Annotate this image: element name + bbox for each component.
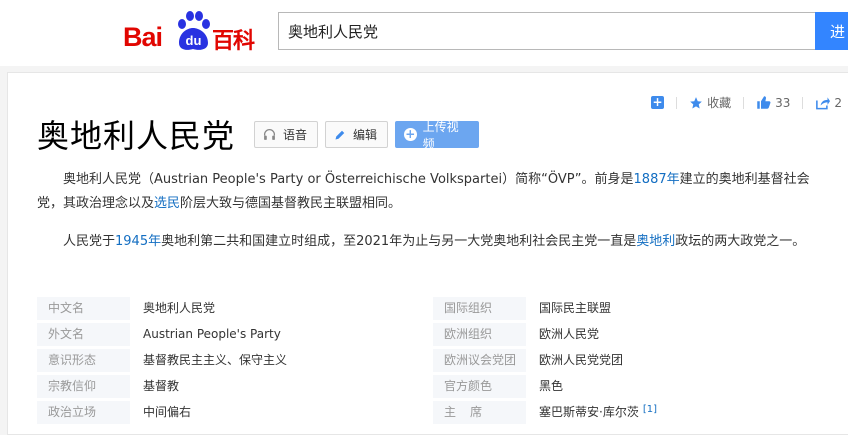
paw-icon: du [178,11,210,50]
share-button[interactable]: 2 [815,96,842,110]
infobox-key: 宗教信仰 [37,375,130,398]
link-voters[interactable]: 选民 [154,196,180,211]
page-title: 奥地利人民党 [37,117,236,155]
toolbar-divider [676,96,678,109]
voice-label: 语音 [283,128,308,142]
edit-label: 编辑 [353,128,378,142]
infobox-value: 奥地利人民党 [143,301,216,315]
summary-text: 人民党于 [63,234,116,249]
article-toolbar: + 收藏 33 2 [639,94,842,111]
search-input[interactable] [278,12,815,50]
chairman-name: 塞巴斯蒂安·库尔茨 [539,405,639,419]
logo-text-baike: 百科 [212,29,255,54]
infobox-value: Austrian People's Party [143,327,281,341]
pencil-icon [335,130,345,139]
header: Bai du 百科 进 [0,0,848,66]
infobox-key: 主席 [433,401,526,424]
reference-link[interactable]: [1] [643,404,657,415]
baidu-baike-logo[interactable]: Bai du 百科 [123,7,263,54]
link-austria[interactable]: 奥地利 [636,234,675,249]
summary-paragraph: 奥地利人民党（Austrian People's Party or Österr… [37,168,827,216]
link-1945[interactable]: 1945年 [115,234,161,249]
logo-text-bai: Bai [123,22,163,52]
infobox-row: 意识形态 基督教民主主义、保守主义 欧洲议会党团 欧洲人民党党团 [37,349,827,375]
toolbar-divider [802,96,804,109]
infobox-row: 政治立场 中间偏右 主席 塞巴斯蒂安·库尔茨 [1] [37,401,827,427]
toolbar-divider [743,96,745,109]
infobox-value: 基督教 [143,379,180,393]
infobox-value: 国际民主联盟 [539,301,612,315]
upload-video-button[interactable]: + 上传视频 [395,120,479,151]
infobox-key: 外文名 [37,323,130,346]
summary-text: 阶层大致与德国基督教民主联盟相同。 [180,196,402,211]
infobox-row: 外文名 Austrian People's Party 欧洲组织 欧洲人民党 [37,323,827,349]
infobox-key: 官方颜色 [433,375,526,398]
thumbs-up-icon [757,96,771,109]
edit-button[interactable]: 编辑 [325,121,388,148]
summary-paragraph: 人民党于1945年奥地利第二共和国建立时组成，至2021年为止与另一大党奥地利社… [37,230,827,254]
upload-video-label: 上传视频 [422,119,459,151]
infobox-value-chairman: 塞巴斯蒂安·库尔茨 [1] [539,401,827,424]
collect-label: 收藏 [707,96,732,110]
share-count: 2 [834,95,842,110]
infobox-link-black[interactable]: 黑色 [539,375,827,398]
plus-square-icon: + [651,95,665,109]
like-count: 33 [775,95,791,110]
infobox-key: 政治立场 [37,401,130,424]
infobox-key: 欧洲组织 [433,323,526,346]
infobox-key: 国际组织 [433,297,526,320]
article-card: + 收藏 33 2 奥地利人民党 语音 编辑 + 上传视频 奥地利人民党（Aus… [7,72,848,435]
infobox-row: 宗教信仰 基督教 官方颜色 黑色 [37,375,827,401]
infobox-value: 欧洲人民党 [539,327,600,341]
infobox-value: 基督教民主主义、保守主义 [143,353,288,367]
add-button[interactable]: + [651,95,665,109]
link-1887[interactable]: 1887年 [634,172,680,187]
logo-text-du: du [186,33,202,48]
infobox-key: 意识形态 [37,349,130,372]
headphones-icon [263,129,276,140]
summary-text: 奥地利人民党（Austrian People's Party or Österr… [63,172,634,187]
search-button[interactable]: 进 [815,12,848,50]
plus-circle-icon: + [404,127,417,141]
infobox: 中文名 奥地利人民党 国际组织 国际民主联盟 外文名 Austrian Peop… [37,297,827,427]
collect-button[interactable]: 收藏 [689,94,731,111]
infobox-key: 中文名 [37,297,130,320]
voice-button[interactable]: 语音 [254,121,318,148]
infobox-key: 欧洲议会党团 [433,349,526,372]
summary-text: 奥地利第二共和国建立时组成，至2021年为止与另一大党奥地利社会民主党一直是 [161,234,637,249]
share-icon [816,96,831,109]
star-icon [690,96,702,109]
like-button[interactable]: 33 [756,95,790,110]
infobox-value: 欧洲人民党党团 [539,353,624,367]
summary-text: 政坛的两大政党之一。 [675,234,806,249]
infobox-row: 中文名 奥地利人民党 国际组织 国际民主联盟 [37,297,827,323]
infobox-value: 中间偏右 [143,405,192,419]
